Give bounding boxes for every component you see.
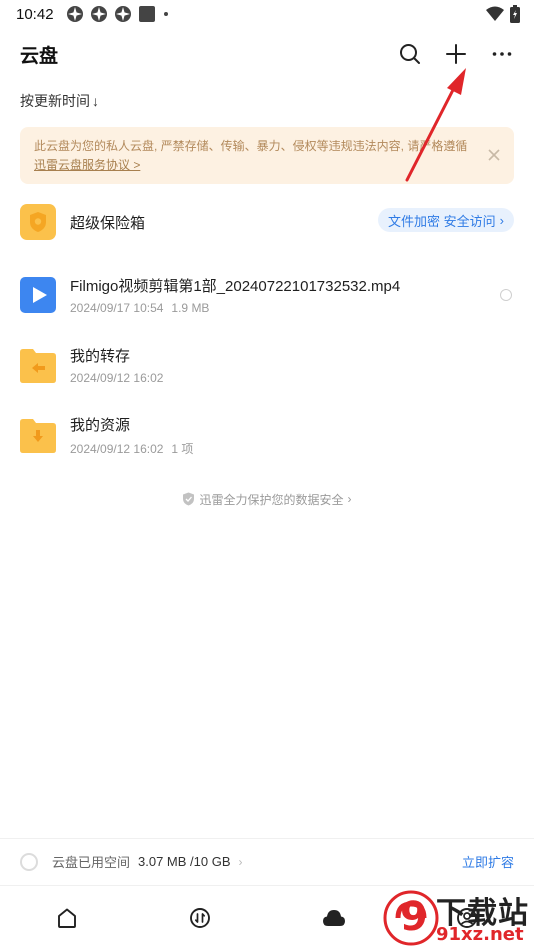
search-icon <box>400 44 420 64</box>
sort-direction-icon: ↓ <box>92 93 99 109</box>
file-date: 2024/09/17 10:54 <box>70 301 164 315</box>
file-item-count: 1 项 <box>171 441 194 456</box>
file-date: 2024/09/12 16:02 <box>70 371 164 385</box>
file-list: 超级保险箱 文件加密 安全访问 › Filmigo视频剪辑第1部_2024072… <box>0 196 534 470</box>
chevron-right-icon[interactable]: › <box>239 855 243 869</box>
expand-storage-button[interactable]: 立即扩容 <box>462 852 514 871</box>
folder-download-icon <box>20 419 56 453</box>
list-item[interactable]: Filmigo视频剪辑第1部_20240722101732532.mp4 202… <box>0 260 534 330</box>
notification-dot-icon <box>163 12 168 16</box>
notice-text: 此云盘为您的私人云盘, 严禁存储、传输、暴力、侵权等违规违法内容, 请严格遵循 <box>34 139 468 153</box>
storage-bar: 云盘已用空间 3.07 MB /10 GB › 立即扩容 <box>0 838 534 884</box>
file-meta: 2024/09/12 16:02 <box>70 371 163 385</box>
bottom-tab-bar <box>0 885 534 950</box>
notification-app-icon <box>114 6 131 22</box>
folder-transfer-icon <box>20 349 56 383</box>
video-file-icon <box>20 277 56 313</box>
plus-icon <box>446 44 466 64</box>
safety-text: 迅雷全力保护您的数据安全 <box>199 492 344 507</box>
tab-profile[interactable] <box>401 886 534 950</box>
status-time: 10:42 <box>16 5 54 23</box>
notification-app-icon <box>66 6 83 22</box>
storage-label: 云盘已用空间 <box>52 855 131 870</box>
sort-label: 按更新时间 <box>20 93 90 109</box>
cloud-icon <box>322 910 345 926</box>
vault-name: 超级保险箱 <box>70 214 146 232</box>
vault-icon <box>20 204 56 240</box>
search-button[interactable] <box>398 42 422 66</box>
status-bar: 10:42 <box>0 0 534 28</box>
select-checkbox[interactable] <box>500 289 512 301</box>
tab-cloud[interactable] <box>267 886 401 950</box>
tab-home[interactable] <box>0 886 134 950</box>
more-icon <box>492 52 512 56</box>
status-notification-icons <box>66 5 170 23</box>
notification-app-icon <box>90 6 107 22</box>
chevron-right-icon: › <box>347 492 352 506</box>
file-name: 我的资源 <box>70 416 131 434</box>
home-icon <box>57 908 76 928</box>
file-size: 1.9 MB <box>171 301 210 315</box>
file-date: 2024/09/12 16:02 <box>70 441 164 456</box>
sort-selector[interactable]: 按更新时间 ↓ <box>20 90 99 112</box>
file-name: 我的转存 <box>70 348 131 365</box>
add-button[interactable] <box>444 42 468 66</box>
storage-value: 3.07 MB /10 GB <box>138 854 231 869</box>
close-icon[interactable] <box>486 147 502 163</box>
notification-square-icon <box>138 6 155 22</box>
tab-transfer[interactable] <box>134 886 268 950</box>
storage-usage-ring <box>20 852 38 871</box>
file-meta: 2024/09/17 10:54 1.9 MB <box>70 301 400 315</box>
file-name: Filmigo视频剪辑第1部_20240722101732532.mp4 <box>70 278 401 295</box>
notice-banner: 此云盘为您的私人云盘, 严禁存储、传输、暴力、侵权等违规违法内容, 请严格遵循 … <box>20 127 514 184</box>
wifi-icon <box>486 6 504 21</box>
header: 云盘 <box>0 32 534 76</box>
vault-tag-button[interactable]: 文件加密 安全访问 › <box>378 208 514 232</box>
service-agreement-link[interactable]: 迅雷云盘服务协议 > <box>34 158 140 172</box>
list-item[interactable]: 我的资源 2024/09/12 16:02 1 项 <box>0 400 534 470</box>
safety-note[interactable]: 迅雷全力保护您的数据安全 › <box>0 490 534 508</box>
vault-row[interactable]: 超级保险箱 文件加密 安全访问 › <box>0 196 534 248</box>
list-item[interactable]: 我的转存 2024/09/12 16:02 <box>0 330 534 400</box>
more-button[interactable] <box>490 42 514 66</box>
chevron-right-icon: › <box>499 212 504 228</box>
battery-icon <box>510 5 520 23</box>
profile-icon <box>457 908 478 928</box>
shield-icon <box>183 492 195 506</box>
transfer-icon <box>190 908 211 928</box>
vault-tag-label: 文件加密 安全访问 <box>388 213 496 229</box>
page-title: 云盘 <box>20 45 59 67</box>
file-meta: 2024/09/12 16:02 1 项 <box>70 440 193 457</box>
